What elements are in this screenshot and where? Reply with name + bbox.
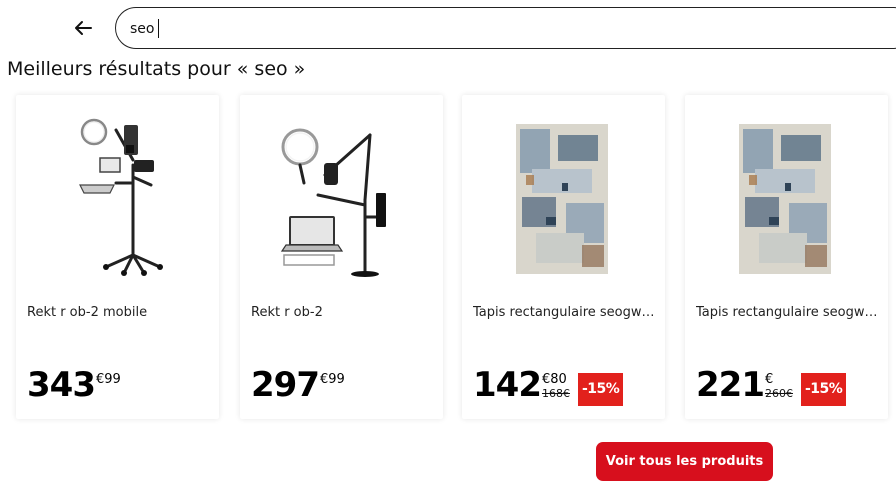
text-caret (158, 19, 159, 38)
price-cents: € (764, 372, 774, 387)
search-input[interactable] (130, 18, 870, 40)
product-name: Rekt r ob-2 (251, 305, 323, 320)
price-integer: 343 (27, 365, 96, 405)
results-title: Meilleurs résultats pour « seo » (7, 58, 306, 80)
mobile-studio-stand-image (79, 118, 163, 276)
product-price: 297 €99 (251, 365, 345, 409)
rug-image (516, 124, 608, 274)
price-integer: 142 (473, 365, 542, 405)
product-grid: Rekt r ob-2 mobile 343 €99 Rekt r ob-2 2… (16, 95, 896, 420)
price-cents: €80 (541, 372, 567, 387)
discount-badge: -15% (577, 373, 624, 406)
product-card[interactable]: Rekt r ob-2 mobile 343 €99 (16, 95, 219, 419)
product-name: Rekt r ob-2 mobile (27, 305, 148, 320)
rug-image (739, 124, 831, 274)
see-all-products-button[interactable]: Voir tous les produits (596, 442, 773, 481)
product-name: Tapis rectangulaire seogwipo (473, 305, 657, 320)
search-field[interactable] (115, 7, 896, 49)
desk-studio-arm-image (280, 128, 386, 277)
product-name: Tapis rectangulaire seogwipo (696, 305, 880, 320)
product-card[interactable]: Tapis rectangulaire seogwipo 142 €80 168… (462, 95, 665, 419)
arrow-left-icon (75, 21, 92, 35)
price-cents: €99 (95, 372, 121, 387)
price-integer: 221 (696, 365, 765, 405)
price-integer: 297 (251, 365, 320, 405)
old-price: 260€ (764, 387, 793, 400)
search-bar (0, 0, 896, 56)
product-price: 142 €80 168€ -15% (473, 365, 624, 409)
discount-badge: -15% (800, 373, 847, 406)
old-price: 168€ (541, 387, 570, 400)
product-card[interactable]: Tapis rectangulaire seogwipo 221 € 260€ … (685, 95, 888, 419)
back-button[interactable] (68, 14, 98, 42)
product-price: 343 €99 (27, 365, 121, 409)
product-price: 221 € 260€ -15% (696, 365, 847, 409)
product-card[interactable]: Rekt r ob-2 297 €99 (240, 95, 443, 419)
price-cents: €99 (319, 372, 345, 387)
